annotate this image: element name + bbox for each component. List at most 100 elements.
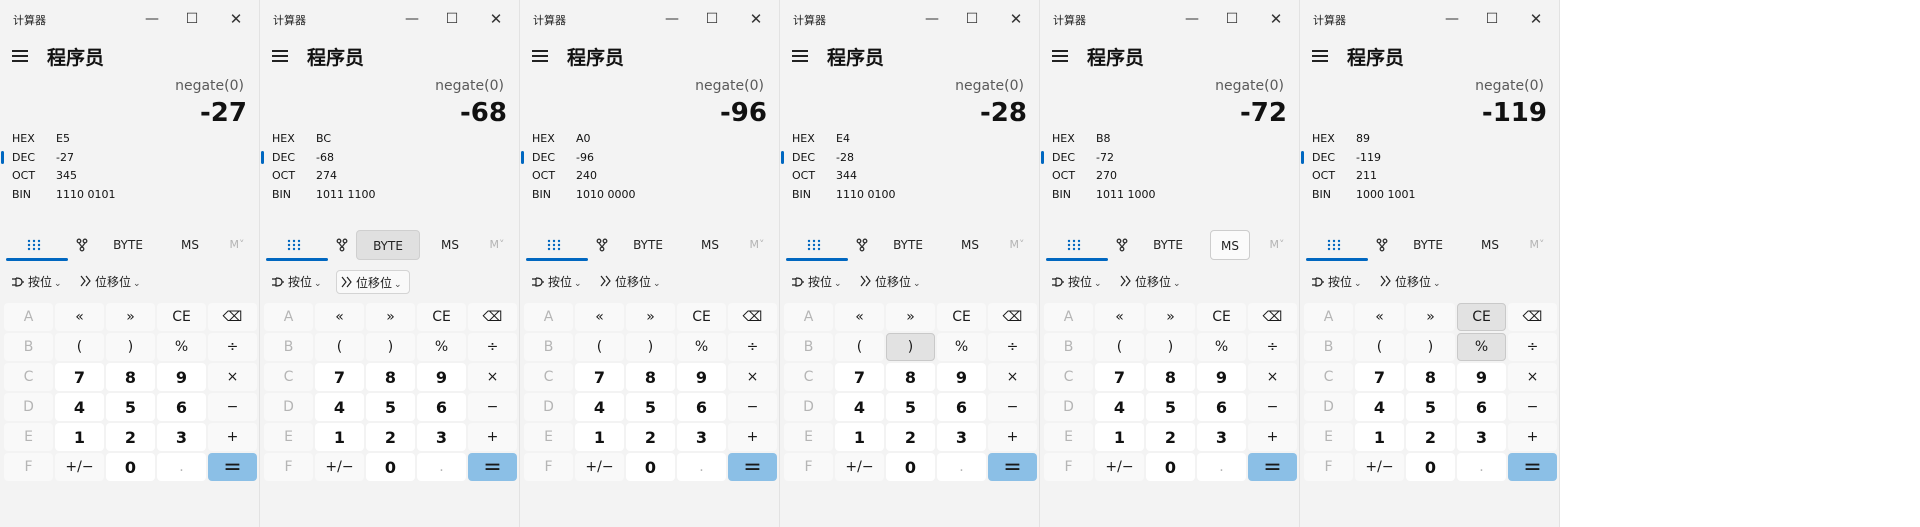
digit-8-key[interactable]: 8 <box>626 363 675 391</box>
shift-right-key[interactable]: » <box>366 303 415 331</box>
hex-digit-d-key[interactable]: D <box>524 393 573 421</box>
close-button[interactable]: ✕ <box>1261 6 1291 32</box>
hex-digit-c-key[interactable]: C <box>784 363 833 391</box>
hex-digit-e-key[interactable]: E <box>784 423 833 451</box>
bitshift-dropdown[interactable]: 位移位 ⌄ <box>596 270 670 294</box>
digit-0-key[interactable]: 0 <box>366 453 415 481</box>
digit-9-key[interactable]: 9 <box>677 363 726 391</box>
bitwise-dropdown[interactable]: 按位 ⌄ <box>788 270 850 294</box>
keypad-tab[interactable] <box>14 230 54 260</box>
digit-5-key[interactable]: 5 <box>106 393 155 421</box>
close-paren-key[interactable]: ) <box>366 333 415 361</box>
digit-5-key[interactable]: 5 <box>1146 393 1195 421</box>
hex-digit-f-key[interactable]: F <box>524 453 573 481</box>
memory-list-button[interactable]: M˅ <box>1522 230 1552 260</box>
radix-row-bin[interactable]: BIN 1011 1100 <box>260 184 519 206</box>
minimize-button[interactable]: — <box>397 6 427 32</box>
hex-digit-c-key[interactable]: C <box>1044 363 1093 391</box>
backspace-button[interactable]: ⌫ <box>468 303 517 331</box>
digit-6-key[interactable]: 6 <box>677 393 726 421</box>
shift-right-key[interactable]: » <box>626 303 675 331</box>
digit-4-key[interactable]: 4 <box>835 393 884 421</box>
memory-store-button[interactable]: MS <box>1210 230 1250 260</box>
close-button[interactable]: ✕ <box>1001 6 1031 32</box>
equals-key[interactable]: = <box>988 453 1037 481</box>
negate-key[interactable]: +/− <box>835 453 884 481</box>
digit-1-key[interactable]: 1 <box>55 423 104 451</box>
bit-toggle-tab[interactable] <box>1104 230 1140 260</box>
backspace-button[interactable]: ⌫ <box>1248 303 1297 331</box>
shift-right-key[interactable]: » <box>1146 303 1195 331</box>
digit-5-key[interactable]: 5 <box>886 393 935 421</box>
hex-digit-b-key[interactable]: B <box>1304 333 1353 361</box>
shift-left-key[interactable]: « <box>315 303 364 331</box>
maximize-button[interactable]: ☐ <box>957 6 987 32</box>
clear-entry-button[interactable]: CE <box>1457 303 1506 331</box>
hex-digit-f-key[interactable]: F <box>1304 453 1353 481</box>
divide-key[interactable]: ÷ <box>468 333 517 361</box>
maximize-button[interactable]: ☐ <box>177 6 207 32</box>
memory-store-button[interactable]: MS <box>430 230 470 260</box>
digit-9-key[interactable]: 9 <box>1197 363 1246 391</box>
digit-2-key[interactable]: 2 <box>886 423 935 451</box>
hex-digit-a-key[interactable]: A <box>524 303 573 331</box>
digit-0-key[interactable]: 0 <box>106 453 155 481</box>
hex-digit-a-key[interactable]: A <box>1304 303 1353 331</box>
hex-digit-b-key[interactable]: B <box>524 333 573 361</box>
hex-digit-e-key[interactable]: E <box>4 423 53 451</box>
digit-1-key[interactable]: 1 <box>835 423 884 451</box>
clear-entry-button[interactable]: CE <box>417 303 466 331</box>
digit-9-key[interactable]: 9 <box>937 363 986 391</box>
digit-3-key[interactable]: 3 <box>1457 423 1506 451</box>
open-paren-key[interactable]: ( <box>835 333 884 361</box>
digit-3-key[interactable]: 3 <box>157 423 206 451</box>
clear-entry-button[interactable]: CE <box>677 303 726 331</box>
decimal-point-key[interactable]: . <box>417 453 466 481</box>
radix-row-bin[interactable]: BIN 1110 0100 <box>780 184 1039 206</box>
digit-1-key[interactable]: 1 <box>315 423 364 451</box>
multiply-key[interactable]: × <box>468 363 517 391</box>
close-button[interactable]: ✕ <box>741 6 771 32</box>
memory-store-button[interactable]: MS <box>170 230 210 260</box>
shift-left-key[interactable]: « <box>1095 303 1144 331</box>
plus-key[interactable]: + <box>1508 423 1557 451</box>
word-size-button[interactable]: BYTE <box>876 230 940 260</box>
memory-list-button[interactable]: M˅ <box>742 230 772 260</box>
word-size-button[interactable]: BYTE <box>96 230 160 260</box>
hex-digit-d-key[interactable]: D <box>784 393 833 421</box>
digit-5-key[interactable]: 5 <box>366 393 415 421</box>
digit-0-key[interactable]: 0 <box>1406 453 1455 481</box>
bit-toggle-tab[interactable] <box>584 230 620 260</box>
memory-list-button[interactable]: M˅ <box>1262 230 1292 260</box>
plus-key[interactable]: + <box>208 423 257 451</box>
bit-toggle-tab[interactable] <box>844 230 880 260</box>
radix-row-bin[interactable]: BIN 1000 1001 <box>1300 184 1559 206</box>
digit-4-key[interactable]: 4 <box>575 393 624 421</box>
modulo-key[interactable]: % <box>417 333 466 361</box>
digit-2-key[interactable]: 2 <box>1406 423 1455 451</box>
radix-row-bin[interactable]: BIN 1010 0000 <box>520 184 779 206</box>
shift-left-key[interactable]: « <box>55 303 104 331</box>
digit-9-key[interactable]: 9 <box>157 363 206 391</box>
digit-4-key[interactable]: 4 <box>1095 393 1144 421</box>
keypad-tab[interactable] <box>794 230 834 260</box>
digit-1-key[interactable]: 1 <box>1095 423 1144 451</box>
hamburger-icon[interactable] <box>1052 50 1072 64</box>
close-paren-key[interactable]: ) <box>1406 333 1455 361</box>
hex-digit-c-key[interactable]: C <box>524 363 573 391</box>
minus-key[interactable]: − <box>1508 393 1557 421</box>
hex-digit-a-key[interactable]: A <box>784 303 833 331</box>
maximize-button[interactable]: ☐ <box>437 6 467 32</box>
word-size-button[interactable]: BYTE <box>356 230 420 260</box>
memory-list-button[interactable]: M˅ <box>222 230 252 260</box>
bitwise-dropdown[interactable]: 按位 ⌄ <box>1048 270 1110 294</box>
hamburger-icon[interactable] <box>532 50 552 64</box>
divide-key[interactable]: ÷ <box>988 333 1037 361</box>
word-size-button[interactable]: BYTE <box>1396 230 1460 260</box>
maximize-button[interactable]: ☐ <box>1217 6 1247 32</box>
keypad-tab[interactable] <box>1054 230 1094 260</box>
clear-entry-button[interactable]: CE <box>1197 303 1246 331</box>
minimize-button[interactable]: — <box>917 6 947 32</box>
equals-key[interactable]: = <box>1508 453 1557 481</box>
digit-8-key[interactable]: 8 <box>886 363 935 391</box>
